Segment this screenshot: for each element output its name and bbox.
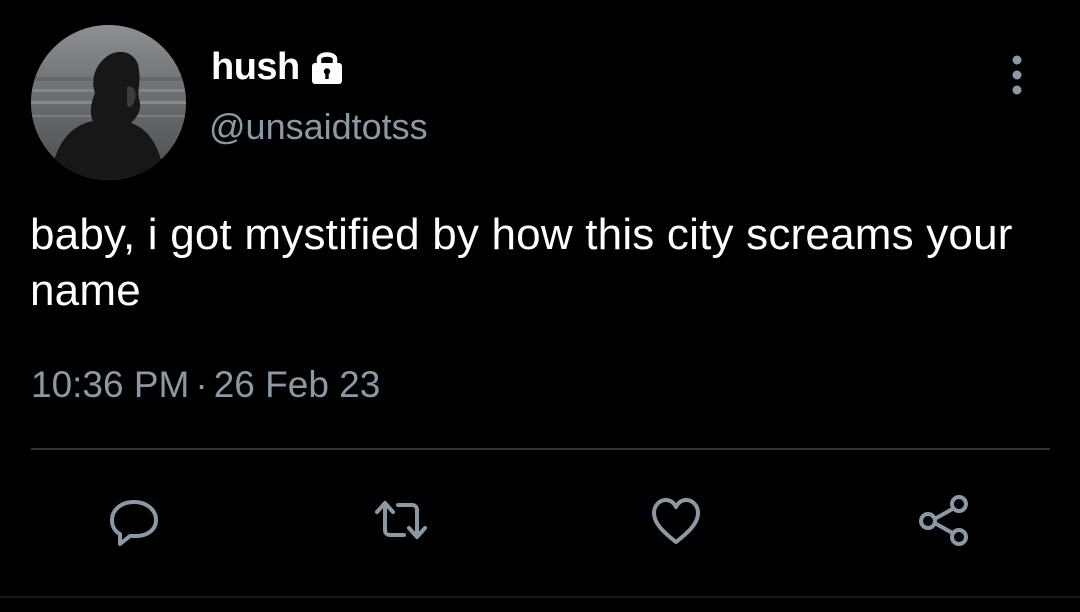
retweet-icon [375,501,427,539]
heart-icon [652,498,700,544]
tweet-timestamp[interactable]: 10:36 PM · 26 Feb 23 [31,364,380,406]
bottom-divider [0,596,1080,598]
tweet-time: 10:36 PM [31,364,190,405]
share-button[interactable] [914,490,974,550]
display-name[interactable]: hush [211,46,300,89]
lock-icon [310,49,344,85]
tweet-card: hush @unsaidtotss baby, i got mystified … [0,0,1080,612]
avatar[interactable] [31,25,186,180]
like-button[interactable] [646,490,706,550]
user-handle[interactable]: @unsaidtotss [209,106,428,148]
vertical-dots-icon [1012,55,1022,95]
author-name-row[interactable]: hush [211,42,344,92]
more-options-button[interactable] [1000,52,1034,100]
tweet-date: 26 Feb 23 [213,364,381,405]
avatar-photo [31,25,186,180]
tweet-text: baby, i got mystified by how this city s… [30,210,1013,315]
divider [31,448,1050,450]
reply-button[interactable] [104,490,164,550]
retweet-button[interactable] [371,490,431,550]
share-icon [919,495,968,546]
speech-bubble-icon [110,500,158,546]
separator-dot: · [195,364,208,405]
